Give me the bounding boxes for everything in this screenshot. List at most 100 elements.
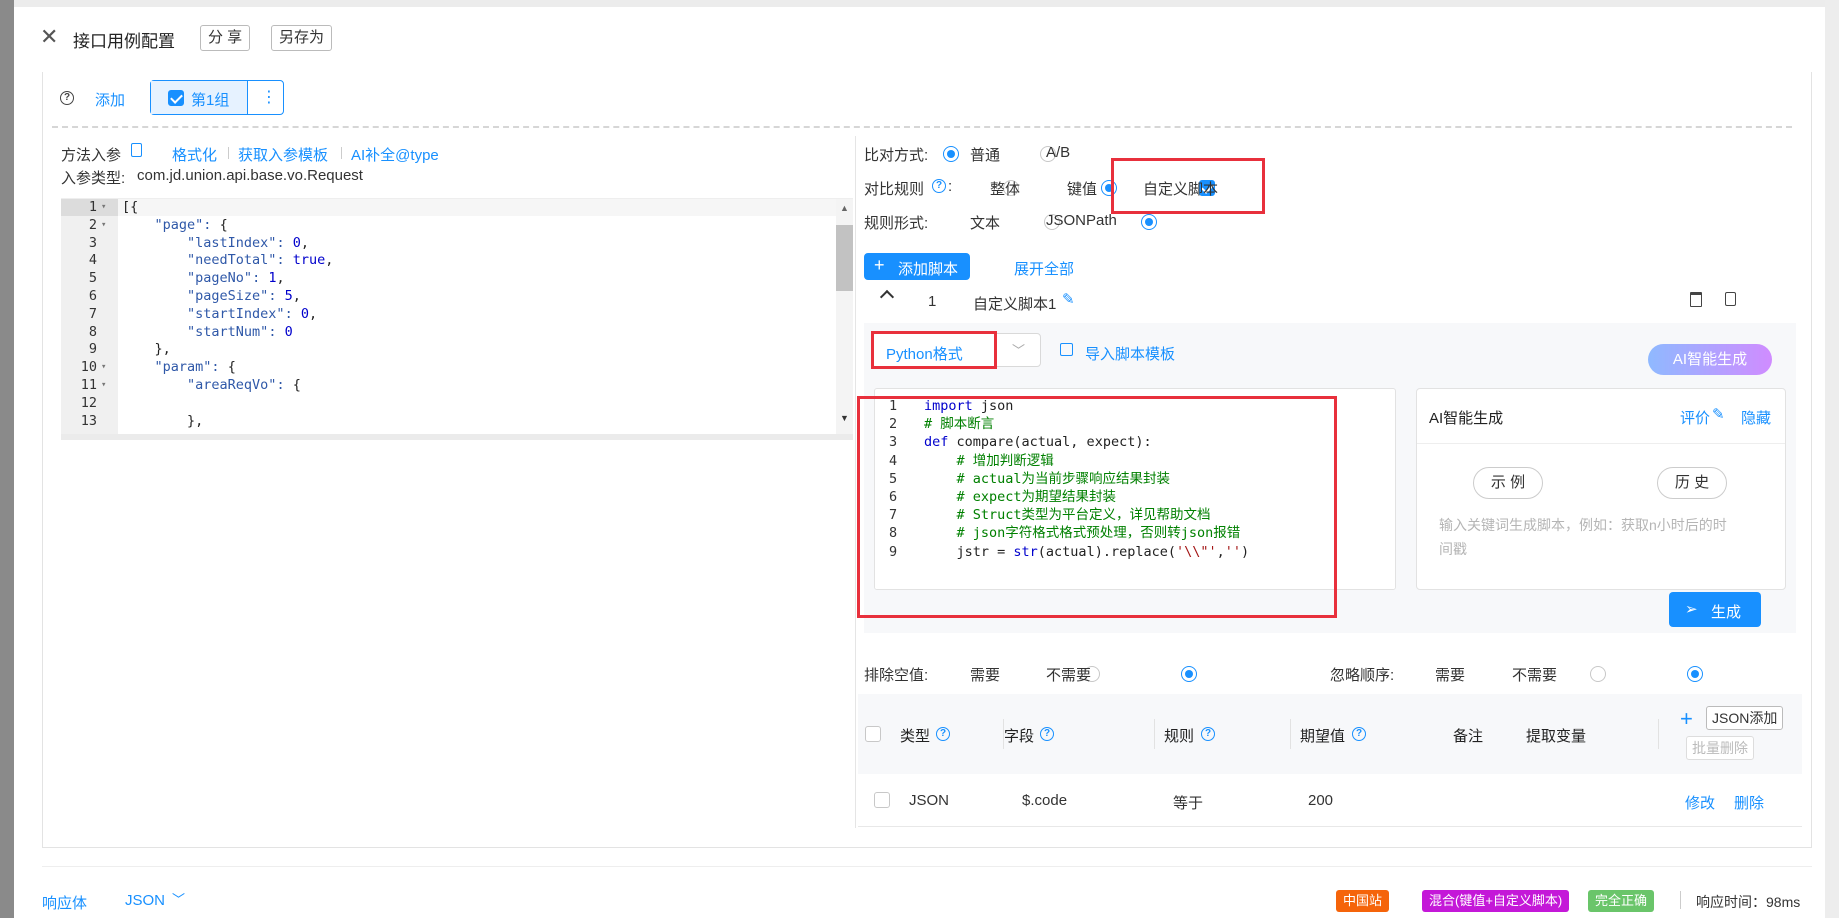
rule-keyvalue-label: 键值 [1067, 181, 1098, 198]
json-lines: 1 ▾[{2 ▾ "page": {3 "lastIndex": 0, 4 "need… [61, 199, 836, 430]
divider [52, 126, 1792, 128]
tab-group1[interactable]: 第1组 [151, 81, 248, 114]
footer-divider [42, 866, 1812, 867]
row-edit-button[interactable]: 修改 [1685, 792, 1715, 813]
chevron-down-icon: ﹀ [1012, 343, 1026, 358]
json-line: 6 "pageSize": 5, [61, 288, 836, 306]
ai-history-button[interactable]: 历 史 [1657, 467, 1727, 499]
col-field: 字段 [1004, 728, 1035, 745]
fold-icon[interactable]: ▾ [101, 359, 106, 377]
ai-panel: AI智能生成 评价 ✎ 隐藏 示 例 历 史 输入关键词生成脚本，例如：获取n小… [1416, 388, 1786, 590]
help-icon[interactable]: ? [60, 89, 74, 106]
line-number: 8 [88, 323, 97, 340]
line-number: 4 [88, 252, 97, 269]
form-jsonpath-radio[interactable] [1141, 214, 1158, 231]
response-body-tab[interactable]: 响应体 [42, 892, 87, 913]
group-tabs: 第1组 ⋮ [150, 80, 284, 115]
copy-script-icon[interactable] [1725, 292, 1736, 306]
tag-mix: 混合(键值+自定义脚本) [1422, 890, 1570, 912]
row-field: $.code [1022, 792, 1068, 809]
tab-group1-label: 第1组 [191, 92, 230, 109]
expand-all-button[interactable]: 展开全部 [1014, 258, 1074, 279]
exclude-need-label: 需要 [970, 667, 1001, 684]
tag-correct: 完全正确 [1588, 890, 1655, 912]
add-group-button[interactable]: 添加 [95, 89, 125, 110]
order-need-radio[interactable] [1589, 666, 1606, 683]
add-row-icon[interactable]: + [1680, 706, 1693, 732]
scrollbar-thumb[interactable] [836, 225, 853, 291]
col-rule-help-icon[interactable]: ? [1201, 727, 1215, 741]
json-line: 1 ▾ [{ [61, 199, 836, 217]
scroll-up-icon[interactable]: ▲ [840, 203, 849, 213]
edit-icon[interactable]: ✎ [1062, 290, 1075, 308]
get-template-button[interactable]: 获取入参模板 [238, 144, 328, 165]
line-number: 9 [88, 341, 97, 358]
ai-rate-button[interactable]: 评价 [1680, 407, 1710, 428]
line-text: "page": { [154, 216, 228, 233]
line-text: "pageSize": 5, [187, 287, 301, 304]
order-noneed-radio[interactable] [1686, 666, 1703, 683]
json-add-button[interactable]: JSON添加 [1706, 706, 1784, 730]
col-rule: 规则 [1164, 728, 1195, 745]
table-bottom-line [858, 826, 1802, 827]
save-as-button[interactable]: 另存为 [271, 25, 333, 51]
col-expect-help-icon[interactable]: ? [1352, 727, 1366, 741]
editor-hscrollbar[interactable] [61, 434, 853, 440]
col-sep [1003, 719, 1004, 749]
row-checkbox[interactable] [874, 792, 890, 808]
line-text: "lastIndex": 0, [187, 234, 309, 251]
send-icon: ➢ [1685, 601, 1698, 618]
json-line: 2 ▾ "page": { [61, 217, 836, 235]
rule-whole-label: 整体 [990, 181, 1021, 198]
add-script-button[interactable]: + 添加脚本 [864, 253, 970, 280]
close-icon[interactable]: ✕ [40, 26, 58, 48]
ai-generate-button[interactable]: ➢ 生成 [1669, 592, 1761, 627]
col-field-help-icon[interactable]: ? [1040, 727, 1054, 741]
group-more-button[interactable]: ⋮ [261, 87, 277, 107]
json-line: 5 "pageNo": 1, [61, 270, 836, 288]
col-type-help-icon[interactable]: ? [936, 727, 950, 741]
fold-icon[interactable]: ▾ [101, 217, 106, 235]
format-button[interactable]: 格式化 [172, 144, 217, 165]
ai-prompt-input[interactable]: 输入关键词生成脚本，例如：获取n小时后的时间戳 [1439, 513, 1729, 561]
fold-icon[interactable]: ▾ [101, 377, 106, 395]
ai-panel-title: AI智能生成 [1429, 410, 1504, 427]
exclude-noneed-label: 不需要 [1046, 667, 1092, 684]
json-select[interactable]: JSON [125, 892, 165, 909]
json-editor[interactable]: 1 ▾[{2 ▾ "page": {3 "lastIndex": 0, 4 "need… [61, 198, 853, 434]
column-divider [855, 136, 856, 828]
col-sep [1154, 719, 1155, 749]
separator [341, 147, 342, 159]
footer-sep [1680, 891, 1681, 909]
mode-normal-radio[interactable] [943, 146, 959, 163]
import-template-button[interactable]: 导入脚本模板 [1085, 343, 1175, 364]
select-all-checkbox[interactable] [865, 726, 881, 742]
line-number: 7 [88, 305, 97, 322]
compare-rule-label: 对比规则 [864, 181, 925, 198]
exclude-empty-label: 排除空值: [864, 667, 929, 684]
param-type-label: 入参类型: [61, 170, 126, 187]
rule-help-icon[interactable]: ? [932, 179, 946, 193]
row-delete-button[interactable]: 删除 [1734, 792, 1764, 813]
batch-delete-button[interactable]: 批量删除 [1686, 736, 1754, 760]
scroll-down-icon[interactable]: ▼ [840, 413, 849, 423]
delete-icon[interactable] [1690, 292, 1702, 307]
ai-complete-button[interactable]: AI补全@type [351, 144, 439, 165]
line-number: 13 [80, 412, 97, 429]
json-line: 7 "startIndex": 0, [61, 306, 836, 324]
copy-icon[interactable] [131, 143, 142, 157]
script-index: 1 [928, 293, 937, 310]
editor-scrollbar[interactable]: ▲ ▼ [836, 199, 853, 434]
fold-icon[interactable]: ▾ [101, 199, 106, 217]
param-type-value: com.jd.union.api.base.vo.Request [137, 167, 363, 184]
share-button[interactable]: 分 享 [200, 25, 251, 51]
mode-ab-label: A/B [1046, 144, 1071, 161]
ai-hide-button[interactable]: 隐藏 [1741, 407, 1771, 428]
json-chevron-icon[interactable]: ﹀ [172, 889, 185, 908]
ignore-order-label: 忽略顺序: [1330, 667, 1395, 684]
separator [228, 147, 229, 159]
left-backdrop [0, 0, 14, 918]
line-text: }, [154, 341, 171, 358]
ai-example-button[interactable]: 示 例 [1473, 467, 1543, 499]
ai-generate-toggle[interactable]: AI智能生成 [1648, 344, 1772, 375]
